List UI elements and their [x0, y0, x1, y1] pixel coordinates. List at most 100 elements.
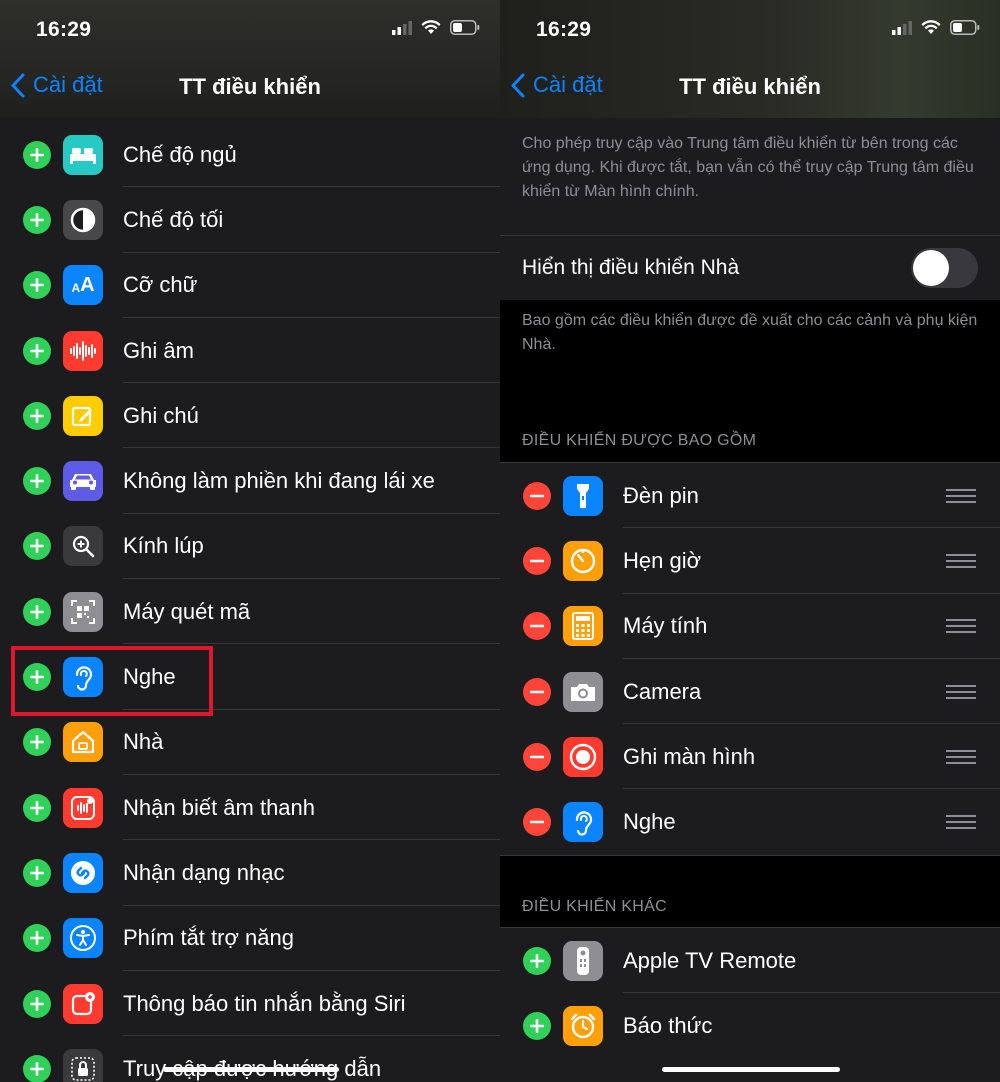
add-button[interactable] — [23, 728, 51, 757]
add-button[interactable] — [23, 205, 51, 234]
list-item: Truy cập được hướng dẫn — [0, 1036, 500, 1082]
item-label: Nhận biết âm thanh — [123, 794, 316, 820]
list-item: Ghi âm — [0, 318, 500, 384]
more-controls-list: Chế độ ngủ Chế độ tối AA Cỡ chữ Ghi âm G… — [0, 122, 500, 1082]
list-item: Nhận biết âm thanh — [0, 775, 500, 841]
reorder-handle-icon[interactable] — [946, 553, 976, 568]
item-label: Nhà — [123, 729, 164, 755]
included-list: Đèn pin Hẹn giờ Máy tính Camera Ghi màn … — [500, 462, 1000, 856]
list-item: Apple TV Remote — [500, 928, 1000, 994]
flashlight-icon — [563, 475, 603, 516]
remove-button[interactable] — [523, 808, 551, 837]
left-screen: 16:29 Cài đặt TT điều khiển Chế độ ngủ C… — [0, 0, 500, 1082]
calculator-icon — [563, 606, 603, 647]
item-label: Không làm phiền khi đang lái xe — [123, 468, 435, 494]
home-description: Bao gồm các điều khiển được đề xuất cho … — [522, 312, 978, 353]
dark-mode-icon — [63, 199, 103, 240]
add-button[interactable] — [23, 1054, 51, 1082]
status-icons — [392, 20, 480, 35]
list-item: Máy quét mã — [0, 579, 500, 645]
list-item: Nhà — [0, 710, 500, 775]
item-label: Kính lúp — [123, 533, 204, 559]
add-button[interactable] — [23, 271, 51, 300]
waveform-icon — [63, 330, 103, 371]
list-item: Không làm phiền khi đang lái xe — [0, 448, 500, 514]
text-size-icon: AA — [63, 265, 103, 306]
remove-button[interactable] — [523, 481, 551, 510]
home-toggle-row: Hiển thị điều khiển Nhà — [500, 235, 1000, 300]
reorder-handle-icon[interactable] — [946, 684, 976, 699]
screen-record-icon — [563, 736, 603, 777]
home-indicator[interactable] — [662, 1067, 840, 1072]
home-indicator[interactable] — [163, 1067, 339, 1072]
cellular-signal-icon — [392, 20, 412, 35]
remove-button[interactable] — [523, 742, 551, 771]
car-icon — [63, 461, 103, 502]
add-button[interactable] — [23, 597, 51, 626]
item-label: Chế độ tối — [123, 206, 224, 232]
add-button[interactable] — [23, 793, 51, 822]
highlight-box — [11, 646, 213, 716]
status-time: 16:29 — [36, 18, 92, 41]
add-button[interactable] — [23, 532, 51, 561]
reorder-handle-icon[interactable] — [946, 749, 976, 764]
list-item: Camera — [500, 659, 1000, 725]
sound-recognition-icon — [63, 787, 103, 828]
timer-icon — [563, 540, 603, 581]
remove-button[interactable] — [523, 612, 551, 641]
add-button[interactable] — [523, 1011, 551, 1040]
reorder-handle-icon[interactable] — [946, 488, 976, 503]
add-button[interactable] — [23, 336, 51, 365]
list-item: Kính lúp — [0, 514, 500, 580]
list-item: Chế độ ngủ — [0, 122, 500, 188]
add-button[interactable] — [523, 946, 551, 975]
item-label: Phím tắt trợ năng — [123, 925, 294, 951]
item-label: Báo thức — [623, 1012, 713, 1038]
list-item: Thông báo tin nhắn bằng Siri — [0, 971, 500, 1037]
remove-button[interactable] — [523, 677, 551, 706]
item-label: Apple TV Remote — [623, 947, 797, 973]
home-toggle-switch[interactable] — [911, 248, 978, 288]
camera-icon — [563, 671, 603, 712]
magnifier-icon — [63, 526, 103, 567]
more-list: Apple TV Remote Báo thức — [500, 927, 1000, 1082]
add-button[interactable] — [23, 924, 51, 953]
cellular-signal-icon — [892, 20, 912, 35]
intro-text: Cho phép truy cập vào Trung tâm điều khi… — [522, 135, 974, 200]
note-icon — [63, 395, 103, 436]
item-label: Nghe — [623, 809, 676, 835]
list-item: AA Cỡ chữ — [0, 253, 500, 318]
ear-icon — [563, 802, 603, 843]
item-label: Ghi màn hình — [623, 743, 756, 769]
included-section-header: ĐIỀU KHIỂN ĐƯỢC BAO GỒM — [522, 432, 757, 449]
add-button[interactable] — [23, 140, 51, 169]
wifi-icon — [421, 20, 441, 34]
list-item: Đèn pin — [500, 463, 1000, 529]
add-button[interactable] — [23, 401, 51, 430]
battery-icon — [450, 20, 480, 35]
add-button[interactable] — [23, 467, 51, 496]
shazam-icon — [63, 852, 103, 893]
reorder-handle-icon[interactable] — [946, 619, 976, 634]
reorder-handle-icon[interactable] — [946, 815, 976, 830]
alarm-icon — [563, 1005, 603, 1046]
right-screen: 16:29 Cài đặt TT điều khiển Cho phép tru… — [500, 0, 1000, 1082]
battery-icon — [950, 20, 980, 35]
item-label: Nhận dạng nhạc — [123, 859, 285, 885]
list-item: Báo thức — [500, 993, 1000, 1058]
status-time: 16:29 — [536, 18, 592, 41]
list-item: Phím tắt trợ năng — [0, 906, 500, 971]
item-label: Hẹn giờ — [623, 547, 702, 573]
item-label: Camera — [623, 678, 702, 704]
add-button[interactable] — [23, 858, 51, 887]
remove-button[interactable] — [523, 546, 551, 575]
item-label: Ghi chú — [123, 402, 199, 428]
item-label: Máy quét mã — [123, 598, 251, 624]
intro-group: Cho phép truy cập vào Trung tâm điều khi… — [500, 118, 1000, 235]
more-section-header: ĐIỀU KHIỂN KHÁC — [522, 898, 667, 915]
home-toggle-label: Hiển thị điều khiển Nhà — [522, 256, 740, 279]
bed-icon — [63, 134, 103, 175]
add-button[interactable] — [23, 989, 51, 1018]
list-item: Hẹn giờ — [500, 528, 1000, 594]
item-label: Ghi âm — [123, 337, 194, 363]
